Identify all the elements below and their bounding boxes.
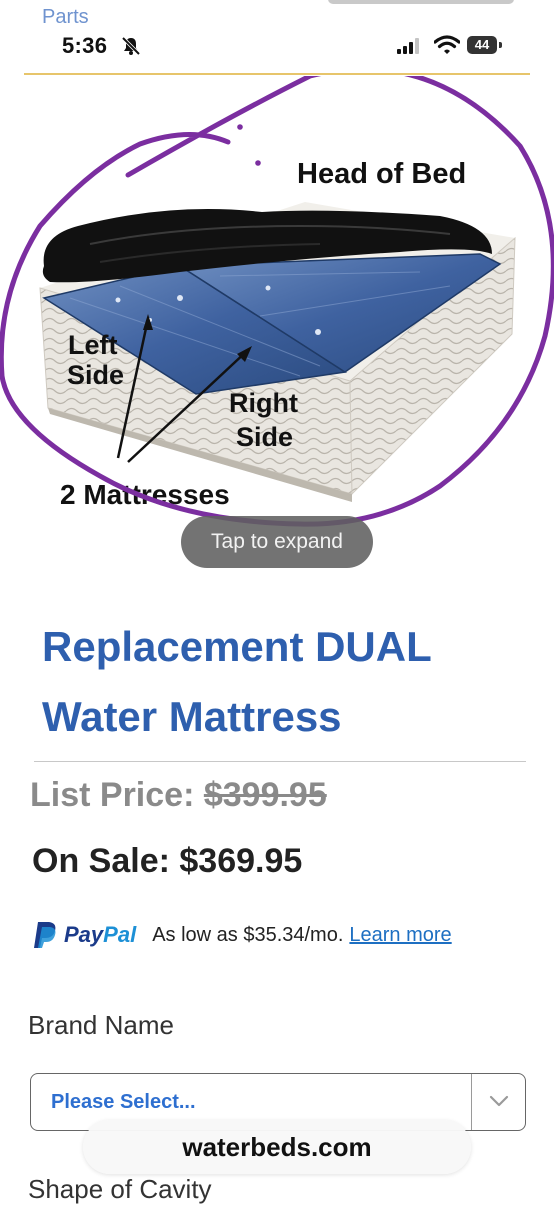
battery-indicator: 44 [467,36,503,54]
annotation-dot-2 [255,160,261,166]
shape-of-cavity-label: Shape of Cavity [28,1174,212,1204]
cell-signal-icon [397,38,419,54]
list-price-value: $399.95 [203,776,327,814]
annotation-dot-1 [237,124,243,130]
label-right-side-line2: Side [236,422,293,452]
select-divider [471,1074,472,1130]
list-price-label: List Price: [30,776,204,814]
product-title: Replacement DUAL Water Mattress [42,623,431,740]
sale-price: On Sale: $369.95 [32,842,303,880]
paypal-wordmark-pay: Pay [64,922,104,947]
top-drag-pill [328,0,514,4]
back-to-app-link[interactable]: Parts [42,6,89,29]
tap-to-expand-button[interactable]: Tap to expand [181,516,373,568]
header-divider [24,73,530,75]
brand-name-label: Brand Name [28,1010,174,1040]
label-left-side-line2: Side [67,360,124,390]
browser-url-bar[interactable]: waterbeds.com [83,1120,471,1174]
label-left-side-line1: Left [68,330,118,360]
battery-level: 44 [467,36,497,54]
brand-name-selected-value: Please Select... [51,1091,196,1113]
paypal-wordmark: PayPal [64,922,136,948]
paypal-message: As low as $35.34/mo. [152,923,344,946]
silent-bell-icon [121,36,141,56]
chevron-down-icon[interactable] [489,1094,509,1108]
paypal-financing-row: PayPal As low as $35.34/mo. Learn more [32,920,452,950]
list-price: List Price: $399.95 [30,776,327,815]
status-time: 5:36 [62,33,108,58]
learn-more-link[interactable]: Learn more [349,924,451,947]
status-bar: Parts 5:36 44 [0,0,554,70]
wifi-icon [434,35,460,54]
paypal-wordmark-pal: Pal [103,922,137,947]
label-right-side-line1: Right [229,388,298,418]
label-head-of-bed: Head of Bed [297,158,466,190]
title-divider [34,761,526,762]
paypal-logo-icon [34,922,56,948]
